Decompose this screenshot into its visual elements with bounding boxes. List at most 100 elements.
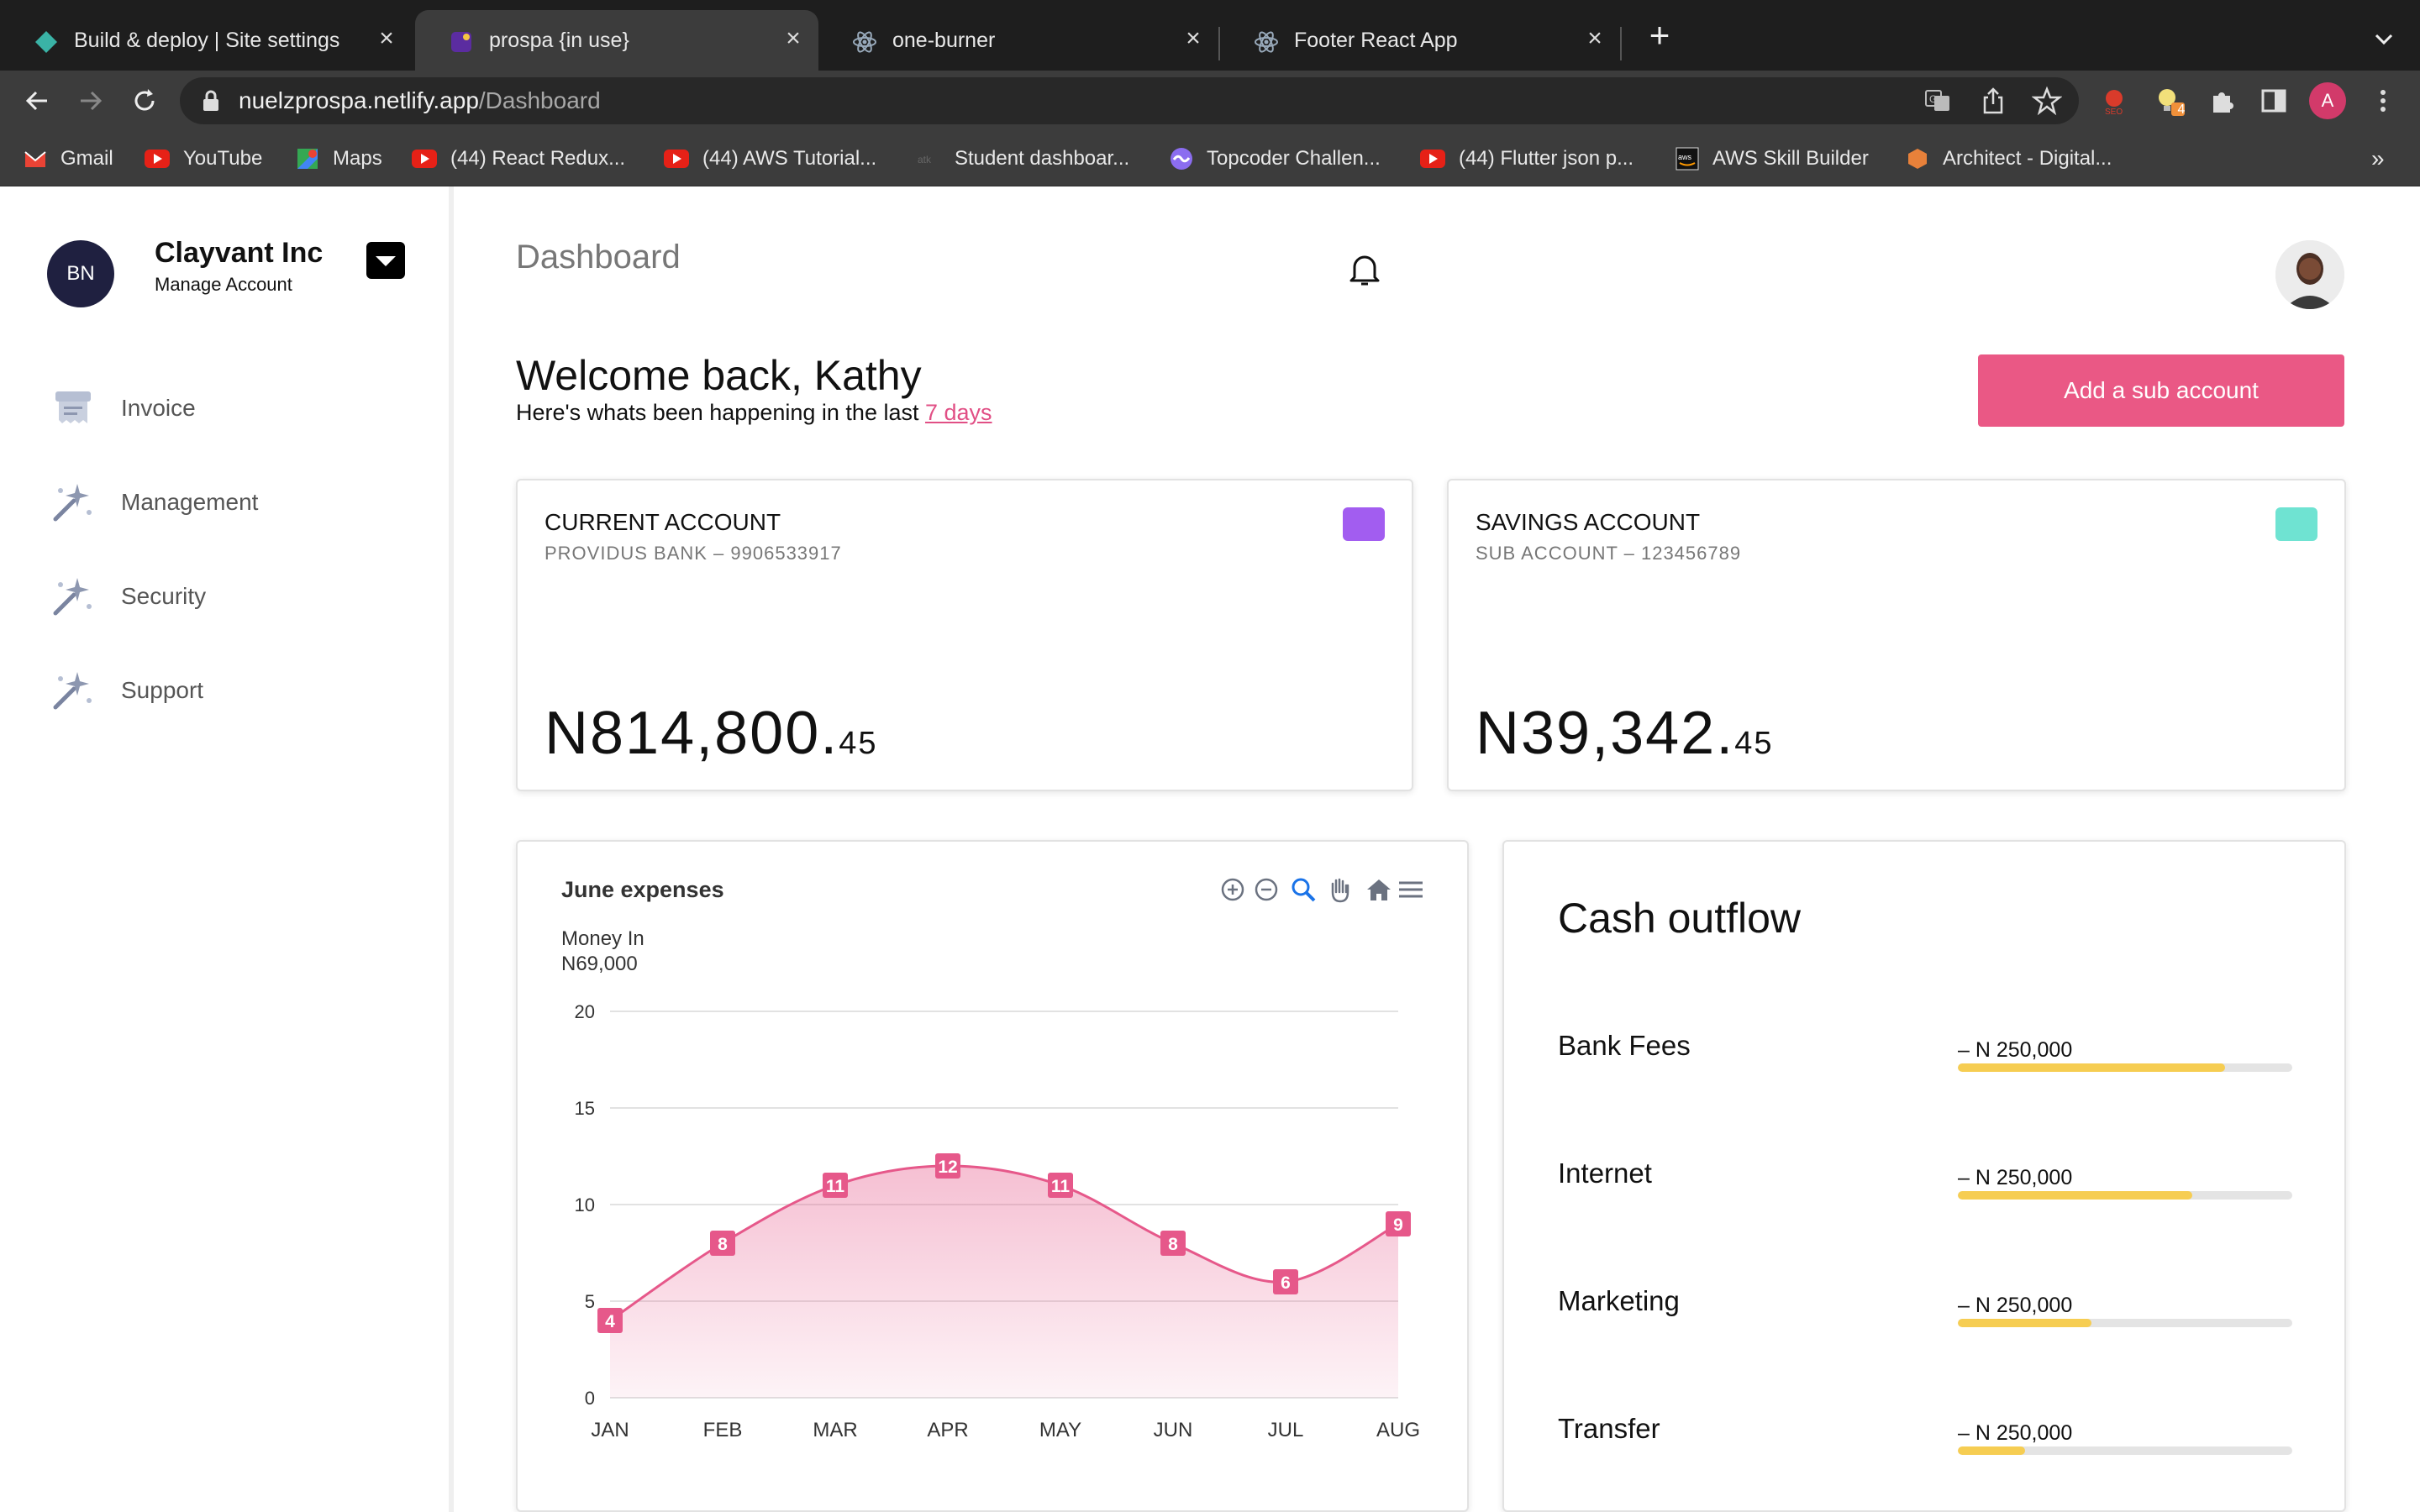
company-name: Clayvant Inc: [155, 237, 324, 269]
back-icon[interactable]: [22, 86, 52, 116]
browser-tab[interactable]: Footer React App ×: [1220, 10, 1620, 71]
react-icon: [1255, 31, 1278, 53]
forward-icon[interactable]: [76, 86, 106, 116]
add-sub-account-button[interactable]: Add a sub account: [1978, 354, 2344, 427]
tab-title: one-burner: [892, 29, 996, 52]
savings-account-card[interactable]: SAVINGS ACCOUNT SUB ACCOUNT – 123456789 …: [1447, 479, 2346, 791]
subtitle-text: Here's whats been happening in the last: [516, 400, 925, 425]
data-label: 8: [718, 1235, 728, 1254]
side-panel-icon[interactable]: [2259, 86, 2289, 116]
bookmark-item[interactable]: Topcoder Challen...: [1170, 144, 1381, 173]
svg-text:G: G: [1929, 93, 1937, 105]
outflow-amount: – N 250,000: [1958, 1294, 2073, 1317]
translate-icon[interactable]: G: [1923, 86, 1953, 116]
magic-wand-icon: [53, 672, 92, 710]
outflow-label: Bank Fees: [1558, 1030, 1691, 1061]
sidebar: BN Clayvant Inc Manage Account Invoice M…: [0, 186, 454, 1512]
bookmark-item[interactable]: (44) React Redux...: [412, 144, 625, 173]
close-tab-icon[interactable]: ×: [1580, 24, 1610, 54]
youtube-icon: [412, 150, 437, 168]
browser-tab-active[interactable]: prospa {in use} ×: [415, 10, 818, 71]
data-label: 6: [1281, 1273, 1291, 1293]
outflow-progress-fill: [1958, 1319, 2092, 1327]
data-label: 8: [1168, 1235, 1178, 1254]
sidebar-item-invoice[interactable]: Invoice: [50, 381, 403, 432]
url-host: nuelzprospa.netlify.app: [239, 87, 479, 113]
reload-icon[interactable]: [129, 86, 160, 116]
account-name: SAVINGS ACCOUNT: [1476, 509, 1701, 535]
days-range-link[interactable]: 7 days: [925, 400, 992, 425]
bookmark-label: AWS Skill Builder: [1712, 147, 1869, 170]
bookmark-item[interactable]: Gmail: [24, 144, 113, 173]
outflow-item: Bank Fees – N 250,000: [1504, 1030, 2348, 1097]
bookmark-item[interactable]: (44) Flutter json p...: [1420, 144, 1634, 173]
svg-text:aws: aws: [1678, 153, 1692, 161]
outflow-amount: – N 250,000: [1958, 1166, 2073, 1189]
site-icon: atk: [918, 154, 932, 165]
balance-cents: 45: [1734, 726, 1774, 761]
sidebar-item-support[interactable]: Support: [50, 664, 403, 714]
current-account-card[interactable]: CURRENT ACCOUNT PROVIDUS BANK – 99065339…: [516, 479, 1413, 791]
maps-icon: [297, 149, 318, 169]
x-tick-label: MAR: [813, 1419, 857, 1441]
outflow-label: Marketing: [1558, 1285, 1680, 1316]
x-tick-label: APR: [927, 1419, 968, 1441]
extension-badge: 4: [2177, 102, 2186, 117]
account-detail: SUB ACCOUNT – 123456789: [1476, 543, 1742, 564]
data-label: 12: [938, 1158, 957, 1177]
bookmark-label: (44) React Redux...: [450, 147, 626, 170]
sidebar-item-security[interactable]: Security: [50, 570, 403, 620]
outflow-amount: – N 250,000: [1958, 1421, 2073, 1445]
outflow-progress-fill: [1958, 1446, 2025, 1455]
x-tick-label: AUG: [1376, 1419, 1420, 1441]
browser-tab[interactable]: one-burner ×: [818, 10, 1218, 71]
new-tab-button[interactable]: +: [1643, 18, 1676, 54]
bookmark-item[interactable]: YouTube: [145, 144, 262, 173]
youtube-icon: [1420, 150, 1445, 168]
browser-tab[interactable]: Build & deploy | Site settings ×: [0, 10, 412, 71]
extensions-puzzle-icon[interactable]: [2207, 86, 2237, 116]
manage-account-link[interactable]: Manage Account: [155, 274, 292, 296]
sidebar-item-label: Support: [121, 677, 204, 703]
balance-main: N814,800.: [544, 700, 839, 767]
close-tab-icon[interactable]: ×: [778, 24, 808, 54]
share-icon[interactable]: [1978, 86, 2008, 116]
notification-bell-icon[interactable]: [1344, 249, 1385, 289]
welcome-subtitle: Here's whats been happening in the last …: [516, 400, 992, 426]
bookmark-label: (44) Flutter json p...: [1459, 147, 1634, 170]
x-tick-label: MAY: [1039, 1419, 1081, 1441]
expenses-area-chart: 0 5 10 15 20 JAN FEB MAR APR MAY JUN JUL AUG 4 8 11 12 1…: [575, 1001, 1420, 1441]
profile-avatar[interactable]: A: [2309, 82, 2346, 119]
bookmark-item[interactable]: (44) AWS Tutorial...: [664, 144, 876, 173]
account-color-swatch: [2275, 507, 2317, 541]
svg-text:SEO: SEO: [2105, 108, 2123, 116]
balance-cents: 45: [839, 726, 878, 761]
bookmark-label: Topcoder Challen...: [1207, 147, 1381, 170]
bookmark-item[interactable]: atk Student dashboar...: [918, 144, 1129, 173]
bookmark-item[interactable]: Architect - Digital...: [1906, 144, 2112, 173]
chevron-down-icon[interactable]: [2370, 25, 2398, 54]
close-tab-icon[interactable]: ×: [1178, 24, 1208, 54]
user-avatar[interactable]: [2275, 240, 2344, 309]
account-dropdown-button[interactable]: [366, 242, 405, 279]
seo-extension-icon[interactable]: SEO: [2099, 86, 2129, 116]
invoice-icon: [55, 391, 91, 423]
bookmarks-bar: Gmail YouTube Maps (44) React Redux... (…: [0, 131, 2420, 186]
bookmark-label: Student dashboar...: [955, 147, 1130, 170]
sidebar-item-label: Management: [121, 489, 259, 515]
bookmark-star-icon[interactable]: [2032, 86, 2062, 116]
svg-text:atk: atk: [918, 154, 932, 165]
lock-icon[interactable]: [200, 89, 222, 113]
outflow-item: Internet – N 250,000: [1504, 1158, 2348, 1225]
data-label: 9: [1393, 1215, 1403, 1235]
bookmark-item[interactable]: Maps: [296, 144, 382, 173]
y-tick-label: 5: [585, 1291, 595, 1312]
bookmark-item[interactable]: aws AWS Skill Builder: [1676, 144, 1869, 173]
tab-divider: [1620, 27, 1622, 60]
kebab-menu-icon[interactable]: [2368, 86, 2398, 116]
close-tab-icon[interactable]: ×: [371, 24, 402, 54]
tab-title: Build & deploy | Site settings: [74, 29, 340, 52]
outflow-progress-fill: [1958, 1191, 2192, 1200]
sidebar-item-management[interactable]: Management: [50, 475, 403, 526]
bookmarks-overflow-button[interactable]: »: [2371, 144, 2385, 173]
